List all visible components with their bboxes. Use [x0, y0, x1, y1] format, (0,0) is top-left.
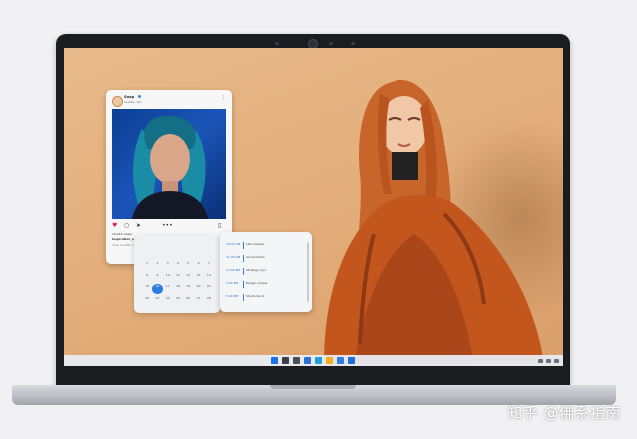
windows-start-icon[interactable]	[271, 357, 278, 364]
agenda-item[interactable]: 5:00 PM Studio block	[226, 294, 304, 304]
calendar-day[interactable]: 28	[204, 296, 214, 306]
calendar-day[interactable]: 10	[163, 273, 173, 283]
bookmark-icon[interactable]: ▯	[218, 222, 221, 229]
lid-notch	[270, 385, 356, 389]
calendar-day[interactable]: 17	[163, 284, 173, 294]
agenda-title: Art priorities	[246, 255, 265, 259]
post-photo[interactable]	[112, 109, 226, 219]
store-icon[interactable]	[337, 357, 344, 364]
calendar-day[interactable]: 1	[142, 261, 152, 271]
agenda-panel[interactable]: 10:00 AM Lab meetup 11:00 AM Art priorities…	[220, 232, 312, 312]
agenda-time: 3:00 PM	[226, 281, 239, 285]
calendar-day[interactable]: 11	[173, 273, 183, 283]
agenda-marker	[243, 294, 244, 301]
account-name[interactable]: Snap	[124, 95, 134, 99]
calendar-day[interactable]: 18	[173, 284, 183, 294]
calendar-day[interactable]: 14	[204, 273, 214, 283]
agenda-item[interactable]: 12:00 PM Strategy sync	[226, 268, 304, 278]
desktop-screen: Snap Seattle, WA ⋮ ♥ ○ ➤ ••• ▯ 10,220 vi…	[64, 48, 563, 366]
agenda-item[interactable]: 10:00 AM Lab meetup	[226, 242, 304, 252]
calendar-day[interactable]: 16	[152, 284, 163, 294]
calendar-day[interactable]: 2	[152, 261, 162, 271]
agenda-marker	[243, 281, 244, 288]
search-icon[interactable]	[282, 357, 289, 364]
calendar-day[interactable]: 12	[183, 273, 193, 283]
post-views: 10,220 views	[112, 232, 132, 236]
agenda-time: 11:00 AM	[226, 255, 241, 259]
agenda-item[interactable]: 11:00 AM Art priorities	[226, 255, 304, 265]
taskbar-icons	[271, 357, 355, 364]
widgets-icon[interactable]	[304, 357, 311, 364]
share-icon[interactable]: ➤	[136, 222, 141, 229]
task-view-icon[interactable]	[293, 357, 300, 364]
more-dots-icon[interactable]: •••	[162, 222, 173, 229]
wifi-icon[interactable]	[538, 358, 543, 363]
calendar-widget[interactable]: 1 2 3 4 5 6 7 8 9 10 11 12 13 14 15 16 17 18 19 20 21 22 23 24 2…	[134, 235, 220, 313]
volume-icon[interactable]	[546, 358, 551, 363]
more-options-icon[interactable]: ⋮	[221, 95, 226, 101]
calendar-grid: 1 2 3 4 5 6 7 8 9 10 11 12 13 14 15 16 17 18 19 20 21 22 23 24 2…	[142, 261, 214, 305]
calendar-day[interactable]: 8	[142, 273, 152, 283]
calendar-day[interactable]: 27	[193, 296, 203, 306]
calendar-day[interactable]: 13	[193, 273, 203, 283]
calendar-day[interactable]: 6	[193, 261, 203, 271]
account-location: Seattle, WA	[124, 100, 142, 104]
calendar-day[interactable]: 15	[142, 284, 152, 294]
calendar-day[interactable]: 19	[183, 284, 193, 294]
comment-icon[interactable]: ○	[124, 222, 129, 229]
agenda-time: 10:00 AM	[226, 242, 241, 246]
agenda-title: Design review	[246, 281, 268, 285]
calendar-day[interactable]: 3	[163, 261, 173, 271]
agenda-marker	[243, 242, 244, 249]
agenda-title: Lab meetup	[246, 242, 264, 246]
agenda-marker	[243, 255, 244, 262]
mail-icon[interactable]	[348, 357, 355, 364]
scrollbar[interactable]	[307, 242, 309, 302]
calendar-day[interactable]: 7	[204, 261, 214, 271]
taskbar	[64, 355, 563, 366]
calendar-day[interactable]: 21	[204, 284, 214, 294]
account-avatar[interactable]	[112, 96, 123, 107]
wallpaper-woman-illustration	[324, 79, 544, 364]
post-header: Snap Seattle, WA ⋮	[112, 95, 226, 107]
agenda-time: 12:00 PM	[226, 268, 240, 272]
calendar-day[interactable]: 5	[183, 261, 193, 271]
calendar-day[interactable]: 20	[193, 284, 203, 294]
sensor-icon	[275, 42, 279, 45]
calendar-day[interactable]: 26	[183, 296, 193, 306]
agenda-item[interactable]: 3:00 PM Design review	[226, 281, 304, 291]
agenda-title: Strategy sync	[246, 268, 267, 272]
watermark: 知乎 @佛系指南	[507, 404, 621, 422]
file-explorer-icon[interactable]	[326, 357, 333, 364]
agenda-title: Studio block	[246, 294, 265, 298]
calendar-day[interactable]: 23	[152, 296, 162, 306]
system-tray[interactable]	[538, 357, 559, 364]
heart-icon[interactable]: ♥	[112, 222, 117, 229]
post-actions: ♥ ○ ➤ ••• ▯	[112, 222, 226, 230]
edge-browser-icon[interactable]	[315, 357, 322, 364]
calendar-day[interactable]: 25	[173, 296, 183, 306]
calendar-day[interactable]: 24	[163, 296, 173, 306]
agenda-time: 5:00 PM	[226, 294, 239, 298]
calendar-day[interactable]: 4	[173, 261, 183, 271]
sensor-icon	[329, 42, 333, 45]
post-photo-portrait	[132, 115, 208, 219]
sensor-icon	[351, 42, 355, 45]
agenda-marker	[243, 268, 244, 275]
battery-icon[interactable]	[554, 358, 559, 363]
calendar-day[interactable]: 9	[152, 273, 162, 283]
verified-badge-icon	[138, 95, 141, 98]
calendar-day[interactable]: 22	[142, 296, 152, 306]
